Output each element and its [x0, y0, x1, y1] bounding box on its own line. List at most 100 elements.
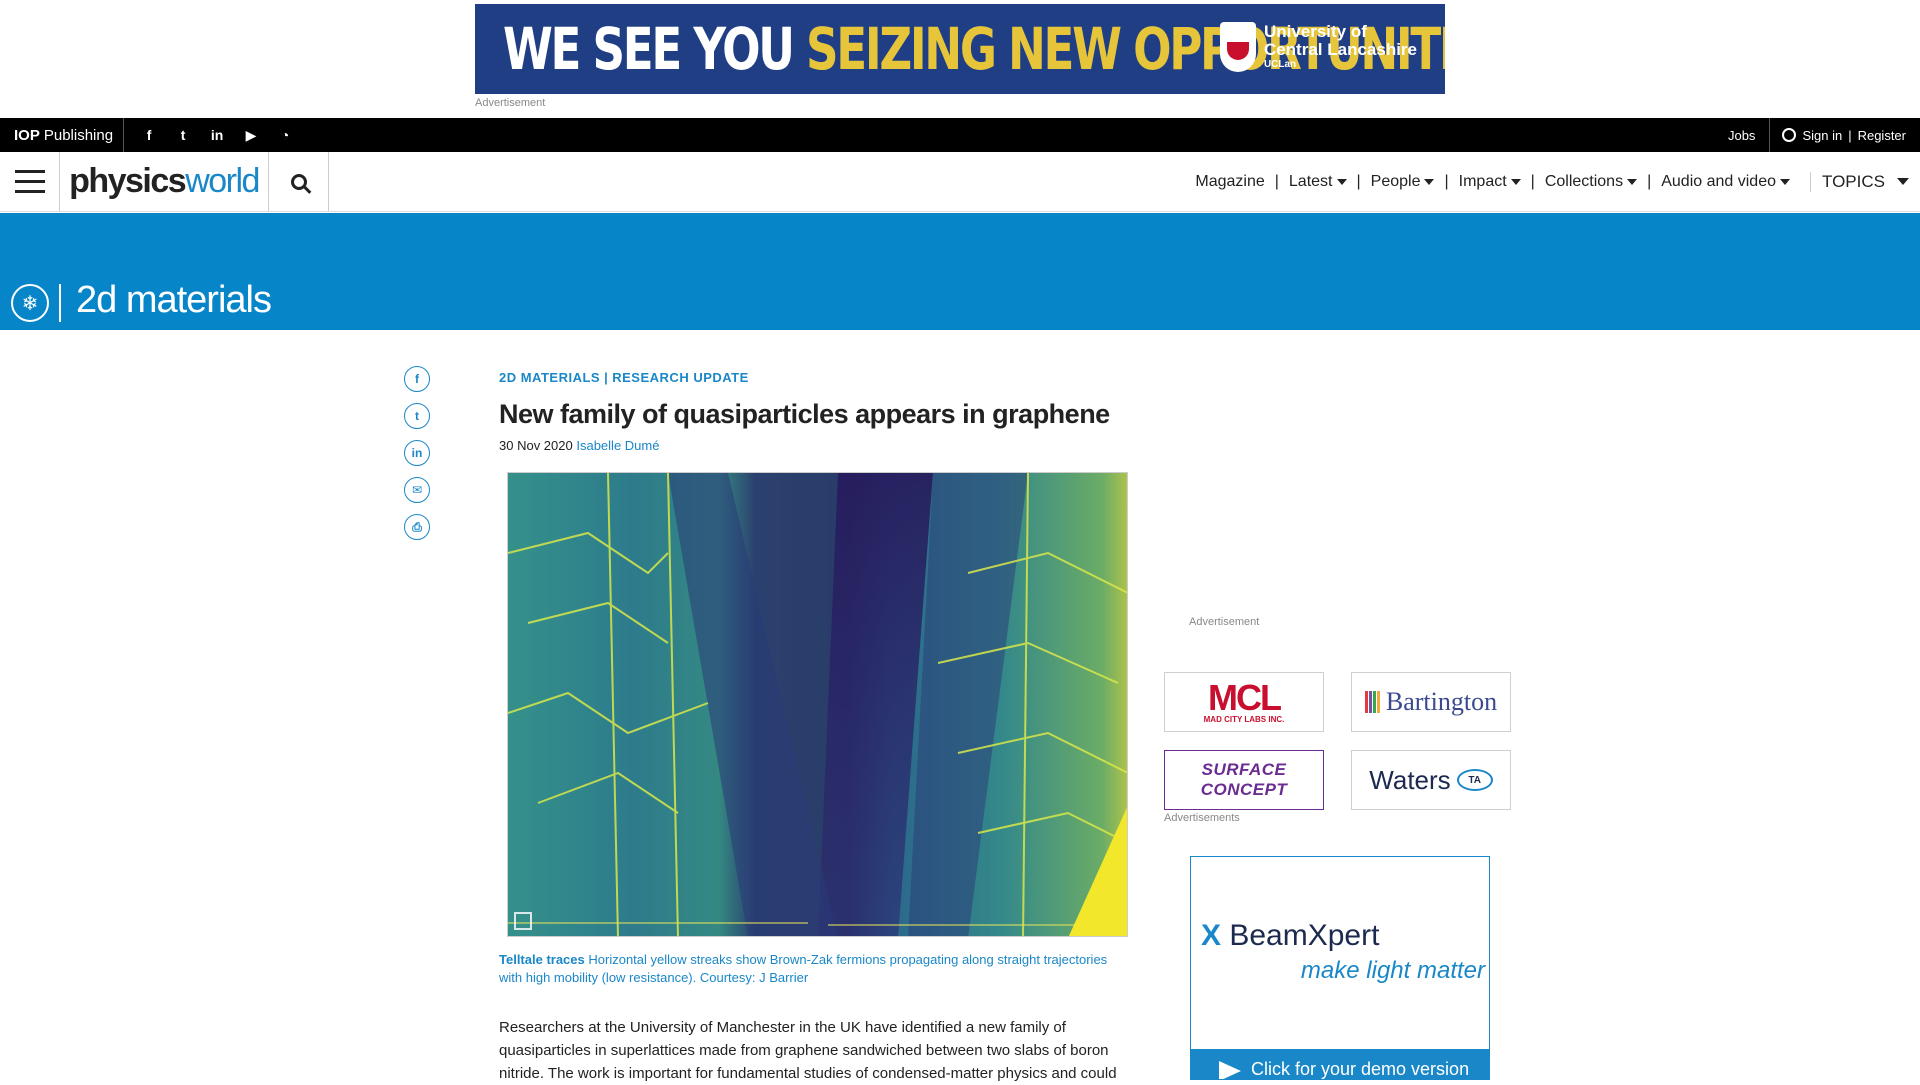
chevron-down-icon: [1510, 178, 1521, 185]
uclan-line3: UCLan: [1263, 59, 1297, 70]
youtube-icon[interactable]: ▶: [244, 127, 258, 144]
beamxpert-tagline: make light matter: [1300, 957, 1485, 984]
article-date: 30 Nov 2020: [499, 438, 573, 453]
chevron-down-icon: [1896, 178, 1909, 185]
nav-label: Collections: [1544, 172, 1624, 190]
chevron-down-icon: [1627, 178, 1638, 185]
nav-item-audio-video[interactable]: Audio and video: [1651, 173, 1800, 191]
topics-label: TOPICS: [1822, 171, 1885, 191]
hamburger-menu-icon[interactable]: [0, 152, 60, 211]
sponsor-surface-concept[interactable]: SURFACE CONCEPT: [1164, 750, 1324, 810]
iop-logo-text: Publishing: [43, 126, 114, 144]
figure-graphic: [508, 473, 1127, 936]
author-link[interactable]: Isabelle Dumé: [576, 438, 659, 453]
article-byline: 30 Nov 2020 Isabelle Dumé: [499, 438, 1139, 453]
nav-label: Impact: [1458, 172, 1507, 190]
linkedin-icon[interactable]: in: [210, 127, 224, 143]
mcl-logo-text: MCL: [1208, 676, 1282, 718]
expand-icon[interactable]: [514, 912, 532, 930]
topic-title: 2d materials: [76, 279, 272, 321]
bartington-bars-icon: [1364, 691, 1380, 713]
nav-item-impact[interactable]: Impact: [1449, 173, 1531, 191]
crest-icon: [1219, 22, 1256, 72]
chevron-down-icon: [1424, 178, 1435, 185]
account-links: Jobs Sign in | Register: [1714, 118, 1920, 152]
sign-in-group: Sign in | Register: [1770, 128, 1920, 143]
band-divider: [59, 284, 61, 322]
register-link[interactable]: Register: [1858, 128, 1906, 143]
beamxpert-logo: X BeamXpert: [1201, 919, 1379, 953]
surface-logo-line1: SURFACE: [1201, 760, 1287, 779]
logo-world: world: [185, 162, 260, 200]
twitter-icon[interactable]: t: [176, 127, 190, 143]
share-buttons: f t in ✉ ⎙: [404, 366, 430, 543]
sponsor-waters[interactable]: Waters TA: [1351, 750, 1511, 810]
top-ad-banner[interactable]: WE SEE YOU SEIZING NEW OPPORTUNITIES Uni…: [475, 4, 1445, 94]
iop-logo-bold: IOP: [14, 126, 40, 144]
article-body: Researchers at the University of Manches…: [499, 1019, 1117, 1082]
article-kicker: 2D MATERIALS | RESEARCH UPDATE: [499, 370, 1139, 385]
nav-item-magazine[interactable]: Magazine: [1185, 173, 1274, 191]
category-link-research-update[interactable]: RESEARCH UPDATE: [612, 370, 749, 385]
advertisement-caption: Advertisement: [475, 97, 546, 109]
beamxpert-ad[interactable]: X BeamXpert make light matter Click for …: [1190, 856, 1490, 1080]
chevron-down-icon: [1336, 178, 1347, 185]
beamxpert-logo-mark: X: [1201, 919, 1222, 952]
iop-publishing-logo[interactable]: IOP Publishing: [0, 118, 125, 152]
chevron-down-icon: [1780, 178, 1790, 185]
nav-menu: Magazine | Latest | People | Impact | Co…: [1185, 152, 1920, 211]
article-figure-image[interactable]: [507, 472, 1128, 937]
email-icon[interactable]: ✉: [404, 477, 430, 503]
ad-slogan-white: WE SEE YOU: [503, 15, 795, 83]
facebook-icon[interactable]: f: [142, 127, 156, 143]
top-advertisement: WE SEE YOU SEIZING NEW OPPORTUNITIES Uni…: [475, 4, 1445, 109]
beamxpert-cta-button[interactable]: Click for your demo version: [1191, 1049, 1489, 1079]
physicsworld-logo[interactable]: physics world: [60, 152, 269, 211]
uclan-logo: University of Central Lancashire UCLan: [1219, 22, 1417, 72]
social-links: f t in ▶ ◔: [124, 127, 292, 144]
topic-banner: ❄ 2d materials: [0, 213, 1920, 330]
search-button[interactable]: [269, 152, 329, 211]
nav-label: Audio and video: [1661, 172, 1776, 190]
caption-title: Telltale traces: [499, 952, 585, 967]
utility-bar: IOP Publishing f t in ▶ ◔ Jobs Sign in |…: [0, 118, 1920, 152]
sign-in-link[interactable]: Sign in: [1802, 128, 1842, 143]
figure-caption: Telltale traces Horizontal yellow streak…: [499, 951, 1129, 987]
main-navigation: physics world Magazine | Latest | People …: [0, 152, 1920, 212]
waters-logo-text: Waters: [1369, 764, 1451, 795]
article-headline: New family of quasiparticles appears in …: [499, 399, 1110, 429]
print-icon[interactable]: ⎙: [404, 514, 430, 540]
sponsor-bartington[interactable]: Bartington: [1351, 672, 1511, 732]
beamxpert-logo-text: BeamXpert: [1229, 919, 1380, 952]
category-link-2d-materials[interactable]: 2D MATERIALS: [499, 370, 600, 385]
bartington-logo-text: Bartington: [1385, 687, 1498, 716]
search-icon: [290, 173, 307, 190]
jobs-link[interactable]: Jobs: [1714, 118, 1771, 152]
article-header: 2D MATERIALS | RESEARCH UPDATE New family …: [499, 370, 1139, 453]
rss-icon[interactable]: ◔: [278, 127, 292, 143]
linkedin-icon[interactable]: in: [404, 440, 430, 466]
user-icon: [1782, 128, 1797, 142]
uclan-line2: Central Lancashire: [1263, 40, 1417, 59]
twitter-icon[interactable]: t: [404, 403, 430, 429]
topics-dropdown[interactable]: TOPICS: [1810, 171, 1920, 192]
nav-label: Latest: [1288, 172, 1333, 190]
nav-label: Magazine: [1195, 172, 1265, 190]
sponsor-mad-city-labs[interactable]: MCL MAD CITY LABS INC.: [1164, 672, 1324, 732]
logo-physics: physics: [69, 162, 187, 200]
caption-text: Horizontal yellow streaks show Brown-Zak…: [499, 952, 1108, 985]
surface-logo-line2: CONCEPT: [1200, 780, 1288, 799]
nav-item-latest[interactable]: Latest: [1279, 173, 1357, 191]
nav-label: People: [1370, 172, 1421, 190]
ta-instruments-logo: TA: [1456, 769, 1493, 791]
mcl-logo-subtext: MAD CITY LABS INC.: [1203, 714, 1285, 724]
uclan-name: University of Central Lancashire UCLan: [1264, 23, 1417, 71]
nav-item-collections[interactable]: Collections: [1535, 173, 1647, 191]
account-separator: |: [1848, 127, 1852, 143]
advertisement-label: Advertisement: [1189, 616, 1260, 628]
advertisements-label: Advertisements: [1164, 812, 1240, 824]
facebook-icon[interactable]: f: [404, 366, 430, 392]
uclan-line1: University of: [1263, 22, 1367, 41]
nav-item-people[interactable]: People: [1361, 173, 1445, 191]
kicker-separator: |: [604, 370, 609, 385]
